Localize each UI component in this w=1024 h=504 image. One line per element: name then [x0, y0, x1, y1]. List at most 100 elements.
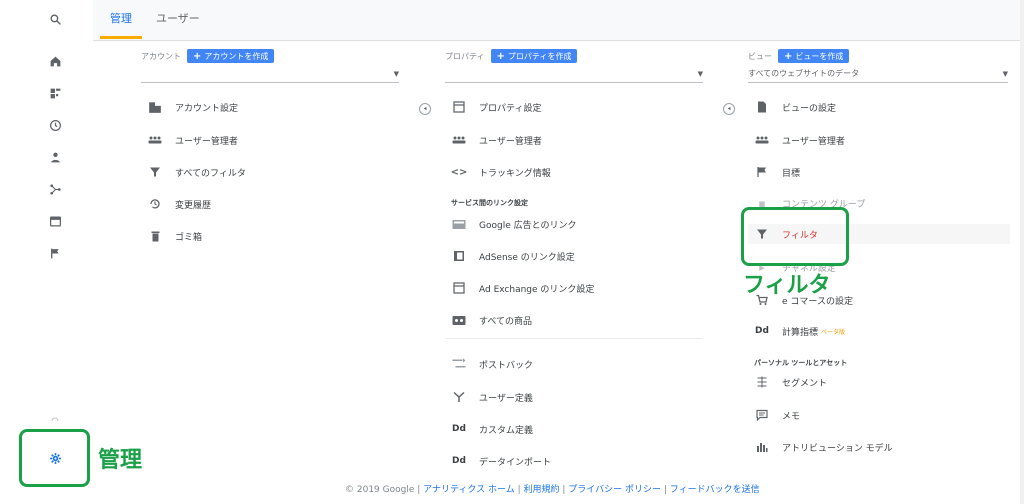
- menu-calculated-metrics[interactable]: Dd 計算指標 ベータ版: [754, 321, 845, 341]
- search-icon[interactable]: [44, 8, 66, 30]
- menu-all-filters[interactable]: すべてのフィルタ: [147, 162, 246, 182]
- menu-label: ユーザー管理者: [479, 136, 542, 147]
- account-selector[interactable]: ▼: [141, 68, 399, 83]
- menu-adsense-link[interactable]: AdSense のリンク設定: [451, 246, 575, 266]
- segment-icon: [754, 375, 770, 389]
- tab-admin[interactable]: 管理: [100, 10, 142, 39]
- behavior-icon[interactable]: [44, 210, 66, 232]
- admin-highlight-box: [19, 429, 90, 487]
- menu-label: ビューの設定: [782, 103, 837, 114]
- filter-annotation-label: フィルタ: [743, 273, 831, 298]
- menu-annotations[interactable]: メモ: [754, 405, 800, 425]
- menu-all-products[interactable]: すべての商品: [451, 310, 532, 330]
- menu-view-settings[interactable]: ビューの設定: [754, 97, 836, 117]
- menu-label: Google 広告とのリンク: [479, 220, 577, 231]
- create-view-label: ビューを作成: [795, 51, 844, 61]
- memo-icon: [754, 408, 770, 422]
- view-selector-value: すべてのウェブサイトのデータ: [748, 69, 860, 78]
- customization-icon[interactable]: [44, 82, 66, 104]
- account-crumb-label: アカウント: [141, 51, 181, 61]
- menu-label: プロパティ設定: [479, 103, 542, 114]
- chevron-down-icon: ▼: [1002, 70, 1008, 78]
- trash-icon: [147, 229, 163, 243]
- menu-custom-definition[interactable]: Dd カスタム定義: [451, 419, 533, 439]
- menu-view-users[interactable]: ユーザー管理者: [754, 130, 845, 150]
- menu-postback[interactable]: ポストバック: [451, 354, 533, 374]
- flag-icon: [754, 165, 770, 179]
- menu-account-settings[interactable]: アカウント設定: [147, 97, 238, 117]
- create-view-button[interactable]: + ビューを作成: [778, 49, 850, 63]
- footer-link-feedback[interactable]: フィードバックを送信: [670, 485, 760, 495]
- tab-user[interactable]: ユーザー: [156, 10, 200, 26]
- dd-icon: Dd: [755, 326, 769, 336]
- userdefine-icon: [451, 390, 467, 404]
- property-column: プロパティ + プロパティを作成 ▼ プロパティ設定 ユーザー管理者 <> トラッ…: [445, 41, 705, 504]
- menu-label: ユーザー管理者: [175, 136, 238, 147]
- footer-link-privacy[interactable]: プライバシー ポリシー: [568, 485, 661, 495]
- menu-label: アカウント設定: [175, 103, 239, 114]
- adsense-icon: [451, 249, 467, 263]
- menu-segments[interactable]: セグメント: [754, 372, 827, 392]
- admin-annotation-label: 管理: [98, 448, 143, 473]
- building-icon: [147, 100, 163, 114]
- dd-icon: Dd: [452, 424, 466, 434]
- menu-label: ポストバック: [479, 360, 534, 371]
- create-property-button[interactable]: + プロパティを作成: [490, 49, 578, 63]
- section-personal-tools: パーソナル ツールとアセット: [754, 359, 848, 367]
- users-icon: [147, 133, 163, 147]
- filter-icon: [147, 165, 163, 179]
- dd-icon: Dd: [452, 456, 466, 466]
- beta-badge: ベータ版: [821, 328, 846, 336]
- view-crumb-label: ビュー: [748, 51, 772, 61]
- admin-header: 管理 ユーザー: [93, 0, 1024, 41]
- filter-highlight-box: [741, 207, 849, 266]
- admin-main: アカウント + アカウントを作成 ▼ アカウント設定 ユーザー管理者 すべてのフィ…: [93, 41, 1020, 504]
- scrollbar[interactable]: [1020, 0, 1024, 504]
- menu-property-settings[interactable]: プロパティ設定: [451, 97, 541, 117]
- footer-link-terms[interactable]: 利用規約: [524, 485, 560, 495]
- view-breadcrumb: ビュー + ビューを作成: [748, 49, 850, 63]
- create-account-label: アカウントを作成: [204, 51, 269, 61]
- home-icon[interactable]: [44, 50, 66, 72]
- menu-user-definition[interactable]: ユーザー定義: [451, 387, 533, 407]
- footer-link-home[interactable]: アナリティクス ホーム: [423, 485, 515, 495]
- menu-adexchange-link[interactable]: Ad Exchange のリンク設定: [451, 278, 594, 298]
- menu-change-history[interactable]: 変更履歴: [147, 194, 211, 214]
- create-account-button[interactable]: + アカウントを作成: [187, 49, 275, 63]
- menu-label: ユーザー定義: [479, 393, 533, 404]
- chevron-down-icon: ▼: [697, 70, 703, 78]
- menu-label: 変更履歴: [175, 200, 212, 211]
- menu-account-users[interactable]: ユーザー管理者: [147, 130, 238, 150]
- menu-label: 目標: [782, 168, 801, 179]
- view-selector[interactable]: すべてのウェブサイトのデータ ▼: [748, 68, 1008, 83]
- clock-icon[interactable]: [44, 114, 66, 136]
- property-selector[interactable]: ▼: [445, 68, 703, 83]
- collapse-icon[interactable]: ◂: [419, 103, 431, 115]
- collapse-icon[interactable]: ◂: [723, 103, 735, 115]
- adx-icon: [451, 281, 467, 295]
- menu-label: トラッキング情報: [479, 168, 551, 179]
- menu-trash[interactable]: ゴミ箱: [147, 226, 202, 246]
- menu-google-ads-link[interactable]: Google 広告とのリンク: [451, 214, 577, 234]
- ads-icon: [451, 217, 467, 231]
- menu-label: AdSense のリンク設定: [479, 252, 575, 263]
- products-icon: [451, 313, 467, 327]
- create-property-label: プロパティを作成: [507, 51, 572, 61]
- menu-goals[interactable]: 目標: [754, 162, 800, 182]
- account-breadcrumb: アカウント + アカウントを作成: [141, 49, 275, 63]
- menu-label: 計算指標: [782, 327, 819, 338]
- menu-data-import[interactable]: Dd データインポート: [451, 451, 551, 471]
- menu-label: ゴミ箱: [175, 232, 203, 243]
- users-icon: [451, 133, 467, 147]
- person-icon[interactable]: [44, 146, 66, 168]
- menu-tracking-info[interactable]: <> トラッキング情報: [451, 162, 551, 182]
- flag-icon[interactable]: [44, 242, 66, 264]
- menu-label: すべてのフィルタ: [175, 168, 246, 179]
- acquisition-icon[interactable]: [44, 178, 66, 200]
- menu-attribution-models[interactable]: アトリビューション モデル: [754, 437, 893, 457]
- menu-label: Ad Exchange のリンク設定: [479, 284, 595, 295]
- menu-label: セグメント: [782, 378, 828, 389]
- users-icon: [754, 133, 770, 147]
- property-breadcrumb: プロパティ + プロパティを作成: [445, 49, 578, 63]
- menu-property-users[interactable]: ユーザー管理者: [451, 130, 542, 150]
